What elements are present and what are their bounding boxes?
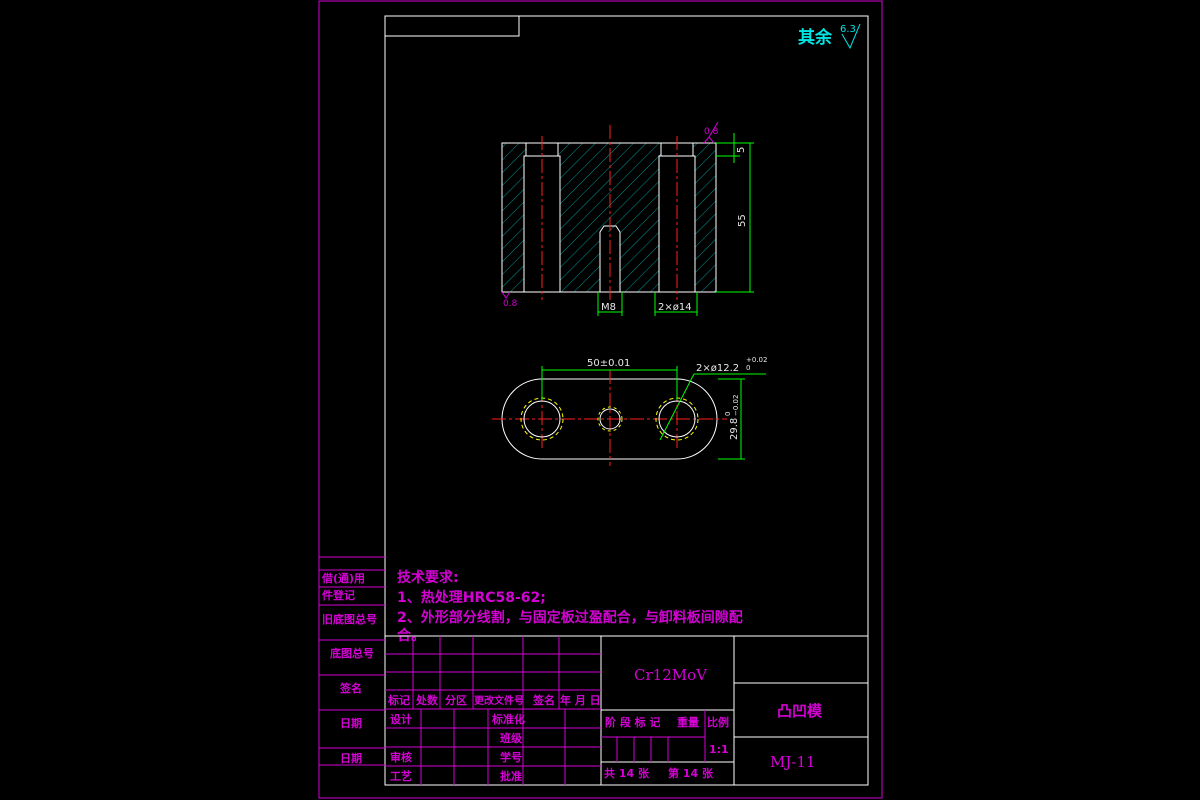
rev-header-sign: 签名	[532, 693, 555, 707]
rev-header-date: 年 月 日	[560, 693, 601, 707]
side-label-drawing-no: 底图总号	[330, 646, 374, 660]
scale-value: 1:1	[709, 743, 729, 756]
dim-hole-tol-lower: 0	[746, 364, 750, 372]
dim-thread: M8	[601, 302, 616, 313]
dim-hole-dia: 2×ø12.2	[696, 363, 739, 374]
dim-height-small: 5	[736, 147, 747, 153]
top-plan-view: 50±0.01 2×ø12.2 +0.02 0 29.8 0 −0.02	[492, 356, 767, 466]
dim-width-tol-upper: 0	[724, 412, 732, 416]
role-design: 设计	[390, 712, 412, 726]
rev-header-mark: 标记	[387, 693, 410, 707]
surface-finish-note: 其余 6.3	[798, 23, 861, 50]
inner-frame	[384, 15, 869, 786]
rev-header-zone: 分区	[445, 693, 467, 707]
sheets-total: 共 14 张	[604, 766, 650, 780]
dim-center-distance: 50±0.01	[587, 358, 630, 369]
role-approve: 批准	[500, 769, 522, 783]
technical-requirements: 技术要求: 1、热处理HRC58-62; 2、外形部分线割，与固定板过盈配合，与…	[397, 569, 743, 644]
side-label-old-drawing-no: 旧底图总号	[322, 612, 377, 626]
side-label-date-2: 日期	[340, 751, 362, 765]
role-standardization: 标准化	[491, 712, 525, 726]
tech-req-item: 2、外形部分线割，与固定板过盈配合，与卸料板间隙配	[397, 609, 743, 626]
dim-width: 29.8	[729, 418, 740, 440]
cad-drawing-sheet: 其余 6.3 0.8 0.8 5 55 M8 2×ø14 50±0.01 2×ø…	[318, 0, 883, 799]
rev-header-docno: 更改文件号	[474, 694, 524, 707]
side-label-signature: 签名	[339, 681, 362, 695]
role-class: 班级	[500, 731, 523, 745]
sheet-number: 第 14 张	[668, 766, 714, 780]
tech-req-item: 1、热处理HRC58-62;	[397, 589, 546, 606]
role-review: 审核	[390, 750, 412, 764]
top-left-box	[384, 15, 520, 37]
roughness-bottom-icon	[501, 291, 511, 299]
dim-holes: 2×ø14	[658, 302, 692, 313]
roughness-top-value: 0.8	[704, 127, 719, 137]
role-process: 工艺	[390, 769, 412, 783]
side-label-borrow: 借(通)用	[321, 571, 365, 585]
dim-height-total: 55	[737, 214, 748, 227]
scale-header: 比例	[707, 715, 729, 729]
drawing-number: MJ-11	[770, 753, 816, 771]
dim-width-tol-lower: −0.02	[732, 395, 740, 416]
dim-hole-tol-upper: +0.02	[746, 356, 767, 364]
material: Cr12MoV	[634, 666, 708, 684]
part-name: 凸凹模	[777, 702, 823, 720]
weight-header: 重量	[677, 715, 699, 729]
tech-req-title: 技术要求:	[397, 569, 459, 586]
side-label-register: 件登记	[322, 588, 355, 602]
roughness-bottom-value: 0.8	[503, 299, 518, 309]
surface-finish-value: 6.3	[840, 24, 856, 35]
surface-finish-label: 其余	[798, 27, 833, 48]
front-section-view: 0.8 0.8 5 55 M8 2×ø14	[501, 121, 754, 316]
side-label-date: 日期	[340, 716, 362, 730]
role-student-id: 学号	[500, 750, 522, 764]
stage-mark-header: 阶 段 标 记	[605, 715, 661, 729]
rev-header-count: 处数	[415, 693, 439, 707]
